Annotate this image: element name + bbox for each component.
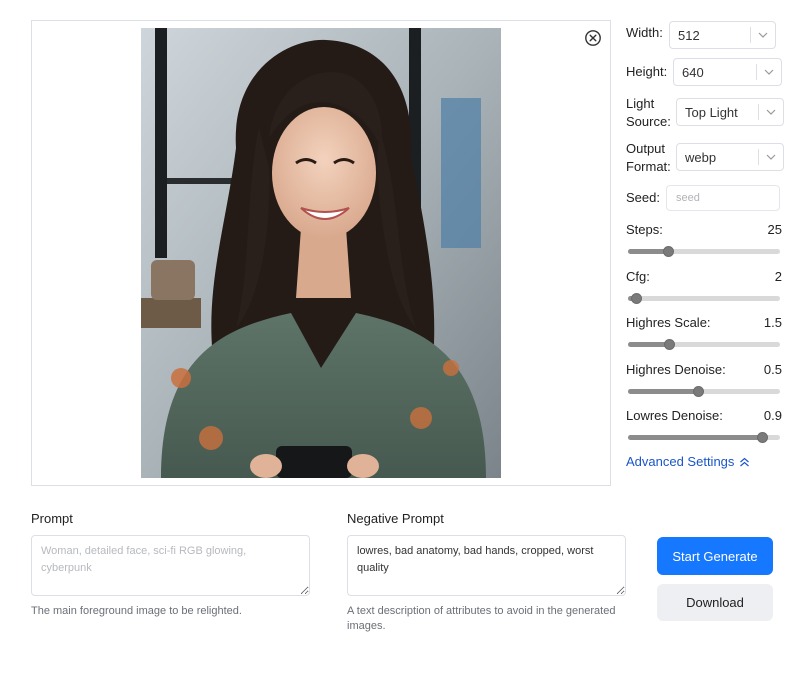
start-generate-button[interactable]: Start Generate [657,537,773,575]
output-format-select[interactable]: webp [676,143,784,171]
output-format-value: webp [685,149,717,165]
slider-fill [628,249,668,254]
circle-x-icon[interactable] [584,29,602,47]
light-source-label-line1: Light [626,96,655,111]
seed-label: Seed: [626,190,660,205]
generated-image [141,28,501,478]
slider-track[interactable] [628,246,780,257]
image-preview-panel [31,20,611,486]
height-select[interactable]: 640 [673,58,782,86]
slider-name: Lowres Denoise: [626,408,723,423]
output-format-label-line2: Format: [626,159,671,174]
slider-name: Steps: [626,222,663,237]
slider-label-row: Steps: 25 [626,222,782,237]
width-label: Width: [626,25,663,40]
slider-thumb[interactable] [630,293,642,304]
negative-prompt-help-text: A text description of attributes to avoi… [347,605,616,632]
slider-value: 2 [774,269,782,284]
portrait-illustration [141,28,501,478]
slider-label-row: Highres Denoise: 0.5 [626,362,782,377]
slider-label-row: Cfg: 2 [626,269,782,284]
seed-input[interactable] [666,185,780,211]
slider-value: 25 [767,222,782,237]
chevron-down-icon [751,32,775,38]
light-source-value: Top Light [685,104,738,120]
prompt-textarea[interactable] [31,535,310,596]
light-source-label: Light Source: [626,95,674,131]
slider-thumb[interactable] [756,432,768,443]
negative-prompt-title: Negative Prompt [347,511,444,526]
slider-value: 1.5 [763,315,782,330]
height-value: 640 [682,64,704,80]
output-format-label-line1: Output [626,141,666,156]
slider-track[interactable] [628,339,780,350]
slider-track[interactable] [628,386,780,397]
slider-fill [628,389,698,394]
slider-thumb[interactable] [692,386,704,397]
slider-track[interactable] [628,293,780,304]
light-source-select[interactable]: Top Light [676,98,784,126]
negative-prompt-textarea[interactable]: lowres, bad anatomy, bad hands, cropped,… [347,535,626,596]
width-value: 512 [678,27,700,43]
height-label: Height: [626,64,668,79]
slider-thumb[interactable] [662,246,674,257]
slider-track[interactable] [628,432,780,443]
slider-value: 0.5 [763,362,782,377]
slider-label-row: Lowres Denoise: 0.9 [626,408,782,423]
chevron-down-icon [759,109,783,115]
output-format-label: Output Format: [626,140,674,176]
chevron-down-icon [759,154,783,160]
download-button[interactable]: Download [657,584,773,621]
advanced-settings-link[interactable]: Advanced Settings [626,454,750,469]
slider-name: Highres Scale: [626,315,711,330]
width-select[interactable]: 512 [669,21,776,49]
advanced-settings-label: Advanced Settings [626,454,735,469]
slider-value: 0.9 [763,408,782,423]
chevron-down-icon [757,69,781,75]
slider-fill [628,435,762,440]
double-chevron-up-icon [740,457,750,466]
prompt-title: Prompt [31,511,73,526]
slider-name: Highres Denoise: [626,362,726,377]
slider-name: Cfg: [626,269,650,284]
slider-thumb[interactable] [664,339,676,350]
light-source-label-line2: Source: [626,114,671,129]
slider-label-row: Highres Scale: 1.5 [626,315,782,330]
slider-fill [628,342,670,347]
prompt-help-text: The main foreground image to be relighte… [31,605,242,617]
